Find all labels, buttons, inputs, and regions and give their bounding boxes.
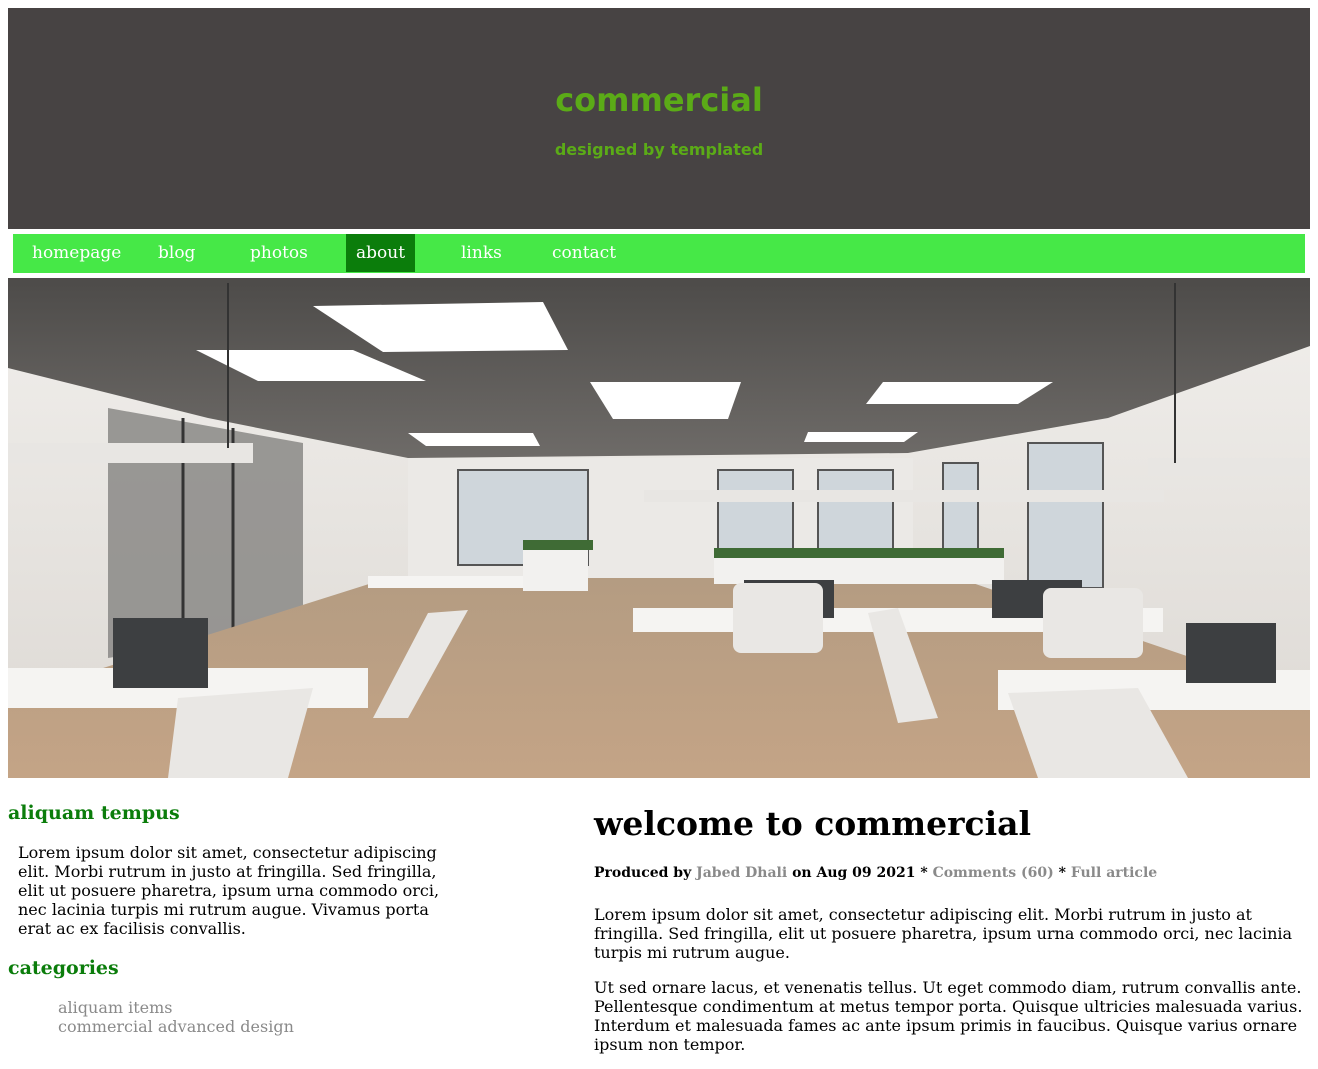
- sidebar-text: Lorem ipsum dolor sit amet, consectetur …: [18, 843, 440, 938]
- sidebar-heading-aliquam: aliquam tempus: [8, 802, 180, 824]
- produced-by-label: Produced by: [594, 865, 692, 881]
- paragraph-2: Ut sed ornare lacus, et venenatis tellus…: [594, 978, 1303, 1054]
- nav-item-about[interactable]: about: [346, 234, 416, 272]
- author-link[interactable]: Jabed Dhali: [696, 865, 787, 881]
- full-article-link[interactable]: Full article: [1071, 865, 1157, 881]
- nav-item-contact[interactable]: contact: [542, 234, 626, 272]
- nav-item-homepage[interactable]: homepage: [22, 234, 131, 272]
- main-nav: homepage blog photos about links contact: [13, 234, 1305, 273]
- paragraph-1: Lorem ipsum dolor sit amet, consectetur …: [594, 905, 1293, 962]
- sidebar-heading-categories: categories: [8, 957, 119, 979]
- site-header: commercial designed by templated: [8, 8, 1310, 229]
- post-date: on Aug 09 2021 *: [792, 865, 928, 881]
- list-item: aliquam items: [58, 998, 294, 1017]
- page-title: welcome to commercial: [594, 804, 1032, 843]
- nav-item-blog[interactable]: blog: [148, 234, 205, 272]
- list-item: commercial advanced design: [58, 1017, 294, 1036]
- nav-item-links[interactable]: links: [451, 234, 512, 272]
- site-title[interactable]: commercial: [8, 81, 1310, 119]
- category-link[interactable]: aliquam items: [58, 998, 173, 1017]
- category-link[interactable]: commercial advanced design: [58, 1017, 294, 1036]
- comments-link[interactable]: Comments (60): [933, 865, 1054, 881]
- office-interior-image: [8, 278, 1310, 778]
- post-meta: Produced by Jabed Dhali on Aug 09 2021 *…: [594, 865, 1157, 881]
- nav-item-photos[interactable]: photos: [240, 234, 318, 272]
- hero-image: [8, 278, 1310, 778]
- site-subtitle: designed by templated: [554, 140, 764, 159]
- category-list: aliquam items commercial advanced design: [58, 998, 294, 1036]
- meta-separator: *: [1058, 865, 1066, 881]
